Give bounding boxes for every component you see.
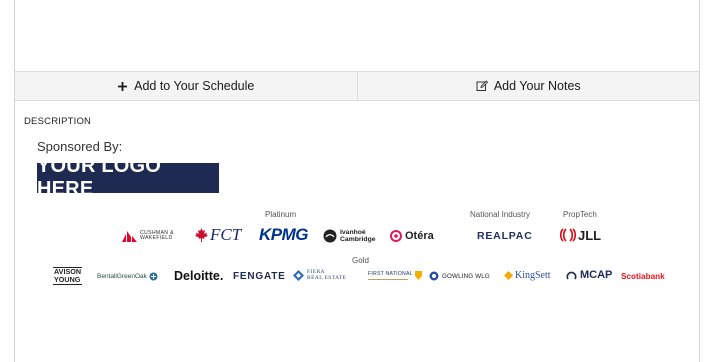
ivanhoe-mark-icon (323, 229, 337, 242)
fiera-mark-icon (293, 269, 304, 281)
firstnational-bar (368, 278, 408, 280)
sponsor-cushman-wakefield: CUSHMAN & WAKEFIELD (122, 228, 174, 244)
plus-icon (117, 81, 128, 92)
sponsor-avison-young: AVISON YOUNG (53, 266, 83, 286)
fct-wordmark: FCT (210, 225, 242, 244)
scotiabank-wordmark: Scotiabank (621, 271, 665, 281)
add-notes-label: Add Your Notes (493, 79, 581, 93)
sponsor-bentallgreenoak: BentallGreenOak (97, 270, 158, 282)
avison-line2: YOUNG (54, 275, 81, 284)
sponsor-gowling-wlg: GOWLING WLG (429, 270, 490, 282)
fengate-wordmark: FENGATE (233, 270, 286, 282)
sponsor-kingsett: KingSett (504, 268, 551, 282)
mcap-wordmark: MCAP (580, 269, 613, 281)
firstnational-wordmark: FIRST NATIONAL (368, 270, 413, 277)
description-heading: DESCRIPTION (24, 116, 92, 127)
sponsored-by-label: Sponsored By: (37, 139, 123, 154)
sponsor-scotiabank: Scotiabank (621, 270, 665, 282)
action-bar: Add to Your Schedule Add Your Notes (15, 71, 699, 101)
otera-mark-icon (390, 229, 402, 242)
sponsor-jll: JLL (560, 226, 601, 244)
sponsor-deloitte: Deloitte. (174, 268, 223, 284)
sponsor-fengate: FENGATE (233, 269, 286, 283)
sponsor-otera: Otéra (390, 227, 434, 244)
tier-platinum: Platinum (265, 210, 297, 219)
realpac-wordmark: REALPAC (477, 230, 533, 242)
mcap-mark-icon (566, 271, 577, 279)
cushman-mark-icon (122, 230, 137, 242)
sponsor-first-national: FIRST NATIONAL (368, 266, 422, 284)
bentall-wordmark: BentallGreenOak (97, 272, 147, 280)
ivanhoe-line1: Ivanhoé (340, 228, 366, 236)
sponsor-fiera-real-estate: FIERA REAL ESTATE (293, 267, 346, 283)
logo-placeholder: YOUR LOGO HERE (37, 155, 219, 200)
maple-leaf-icon (195, 228, 208, 242)
shield-icon (414, 270, 422, 280)
tier-proptech: PropTech (563, 210, 597, 219)
session-panel: Add to Your Schedule Add Your Notes DESC… (14, 0, 700, 362)
jll-wordmark: JLL (578, 227, 602, 243)
jll-mark-icon (560, 228, 576, 242)
sponsor-mcap: MCAP (566, 267, 612, 283)
sponsor-kpmg: KPMG (259, 224, 309, 246)
tier-national-industry: National Industry (470, 210, 531, 219)
gowling-mark-icon (429, 271, 439, 281)
deloitte-wordmark: Deloitte. (174, 269, 224, 283)
sponsor-ivanhoe-cambridge: Ivanhoé Cambridge (323, 227, 376, 244)
bentall-mark-icon (149, 272, 158, 280)
kingsett-mark-icon (504, 270, 513, 280)
ivanhoe-line2: Cambridge (340, 235, 376, 243)
add-to-schedule-label: Add to Your Schedule (134, 79, 255, 93)
edit-icon (476, 80, 488, 92)
add-notes-button[interactable]: Add Your Notes (356, 72, 700, 100)
otera-wordmark: Otéra (405, 229, 434, 242)
tier-gold: Gold (352, 256, 369, 265)
kingsett-wordmark: KingSett (515, 269, 551, 281)
sponsor-fct: FCT (195, 225, 242, 244)
gowling-wordmark: GOWLING WLG (442, 272, 490, 280)
fiera-line2: REAL ESTATE (307, 275, 347, 281)
add-to-schedule-button[interactable]: Add to Your Schedule (15, 72, 357, 100)
kpmg-wordmark: KPMG (259, 225, 309, 244)
sponsor-realpac: REALPAC (477, 228, 533, 244)
cushman-line2: WAKEFIELD (140, 235, 173, 241)
